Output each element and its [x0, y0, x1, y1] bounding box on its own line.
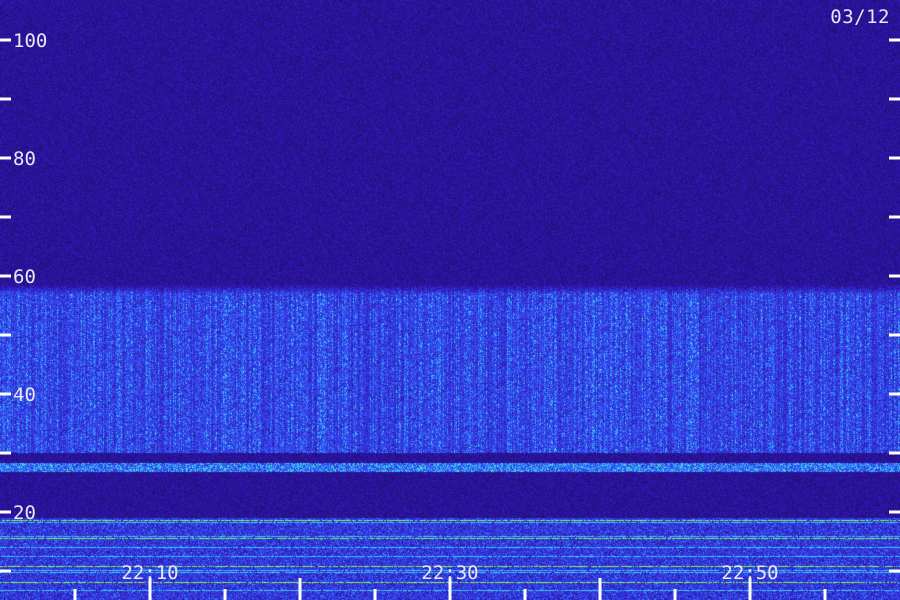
y-tick-label: 60	[13, 266, 36, 288]
y-tick-left	[0, 215, 11, 219]
y-tick-left	[0, 97, 11, 101]
x-tick-minor	[73, 589, 77, 600]
x-tick-minor	[823, 589, 827, 600]
y-tick-label: 20	[13, 502, 36, 524]
y-tick-left	[0, 392, 11, 396]
y-tick-right	[889, 274, 900, 278]
x-tick-major	[598, 578, 602, 600]
y-tick-right	[889, 510, 900, 514]
x-tick-label: 22:50	[721, 562, 778, 584]
x-tick-minor	[373, 589, 377, 600]
x-tick-minor	[223, 589, 227, 600]
y-tick-right	[889, 215, 900, 219]
y-tick-left	[0, 274, 11, 278]
y-tick-right	[889, 333, 900, 337]
x-tick-label: 22:30	[421, 562, 478, 584]
x-tick-major	[298, 578, 302, 600]
y-tick-label: 40	[13, 384, 36, 406]
y-tick-left	[0, 451, 11, 455]
y-tick-right	[889, 569, 900, 573]
date-label: 03/12	[830, 6, 890, 28]
y-tick-left	[0, 38, 11, 42]
x-tick-minor	[673, 589, 677, 600]
y-tick-label: 80	[13, 148, 36, 170]
x-tick-minor	[523, 589, 527, 600]
y-tick-right	[889, 38, 900, 42]
y-tick-right	[889, 392, 900, 396]
y-tick-right	[889, 97, 900, 101]
x-tick-label: 22:10	[121, 562, 178, 584]
spectrogram: 20 40 60 80 100 22:10 22:30 22:50 03/12	[0, 0, 900, 600]
axis-overlay: 20 40 60 80 100 22:10 22:30 22:50	[0, 30, 900, 600]
y-tick-right	[889, 156, 900, 160]
y-tick-left	[0, 156, 11, 160]
y-tick-right	[889, 451, 900, 455]
y-tick-left	[0, 333, 11, 337]
y-tick-left	[0, 569, 11, 573]
y-tick-label: 100	[13, 30, 47, 52]
y-tick-left	[0, 510, 11, 514]
